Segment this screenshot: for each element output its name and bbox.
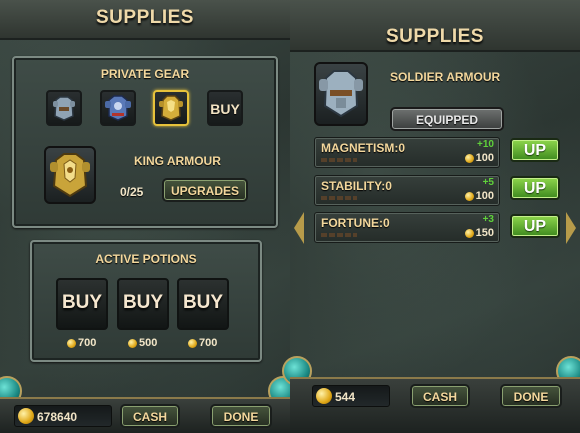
stat-level-dots	[321, 196, 357, 200]
cash-value: 678640	[37, 410, 78, 424]
upgrades-button[interactable]: UPGRADES	[162, 178, 248, 202]
cash-display: 544	[312, 385, 390, 407]
stat-label: MAGNETISM:0	[321, 141, 405, 155]
stat-bonus: +3	[482, 214, 494, 225]
stat-cost: 150	[464, 227, 494, 239]
stat-label: STABILITY:0	[321, 179, 392, 193]
coin-icon	[67, 338, 76, 348]
cash-value: 544	[335, 390, 356, 404]
coin-icon	[188, 338, 197, 348]
bottom-bar: 678640 CASH DONE	[0, 397, 290, 433]
selected-armour-frame	[44, 146, 96, 204]
potion-slot-2[interactable]: BUY	[117, 278, 169, 330]
gear-slot-blue-armour[interactable]	[100, 90, 136, 126]
done-button[interactable]: DONE	[500, 384, 562, 408]
stability-up-button[interactable]: UP	[510, 176, 560, 200]
gear-buy-label: BUY	[210, 101, 240, 117]
stat-label: FORTUNE:0	[321, 216, 390, 230]
page-right-arrow-icon[interactable]	[566, 212, 576, 244]
private-gear-heading: PRIVATE GEAR	[100, 67, 190, 81]
stat-cost: 100	[464, 190, 494, 202]
potion-slot-1[interactable]: BUY	[56, 278, 108, 330]
coin-icon	[128, 338, 137, 348]
stat-row-magnetism: MAGNETISM:0 +10 100	[314, 137, 500, 168]
page-title: SUPPLIES	[96, 7, 194, 28]
active-potions-panel: ACTIVE POTIONS BUY BUY BUY 700 500 700	[30, 240, 262, 362]
potion-slot-3[interactable]: BUY	[177, 278, 229, 330]
done-button[interactable]: DONE	[210, 404, 272, 428]
page-left-arrow-icon[interactable]	[294, 212, 304, 244]
stat-row-fortune: FORTUNE:0 +3 150	[314, 212, 500, 243]
stat-cost: 100	[464, 152, 494, 164]
coin-icon	[18, 408, 34, 424]
coin-icon	[464, 228, 474, 238]
cash-button[interactable]: CASH	[410, 384, 470, 408]
potion-cost-value: 500	[139, 337, 158, 349]
stat-bonus: +5	[482, 177, 494, 188]
gear-buy-slot[interactable]: BUY	[207, 90, 243, 126]
cash-display: 678640	[14, 405, 112, 427]
potion-cost-value: 700	[199, 337, 218, 349]
stat-cost-value: 150	[475, 227, 494, 239]
stat-row-stability: STABILITY:0 +5 100	[314, 175, 500, 206]
coin-icon	[464, 191, 474, 201]
armour-name: SOLDIER ARMOUR	[390, 70, 501, 84]
coin-icon	[316, 388, 332, 404]
active-potions-heading: ACTIVE POTIONS	[95, 252, 197, 266]
gold-armour-icon	[159, 95, 183, 121]
page-title: SUPPLIES	[386, 26, 484, 47]
upgrade-progress: 0/25	[120, 185, 144, 199]
armour-image-frame	[314, 62, 368, 126]
header-bar: SUPPLIES	[0, 0, 290, 40]
equipped-button[interactable]: EQUIPPED	[390, 107, 504, 131]
potion-buy-label: BUY	[182, 292, 224, 313]
cash-button[interactable]: CASH	[120, 404, 180, 428]
potion-cost-value: 700	[78, 337, 97, 349]
blue-armour-icon	[105, 95, 131, 121]
coin-icon	[464, 153, 474, 163]
magnetism-up-button[interactable]: UP	[510, 138, 560, 162]
supplies-screen-upgrades: SUPPLIES SOLDIER ARMOUR EQUIPPED MAGNETI…	[282, 0, 580, 433]
gear-slot-steel-armour[interactable]	[46, 90, 82, 126]
potion-cost-2: 500	[128, 337, 157, 349]
king-armour-icon	[50, 153, 90, 198]
steel-armour-icon	[53, 96, 75, 121]
soldier-armour-icon	[319, 70, 363, 118]
stat-bonus: +10	[477, 139, 494, 150]
selected-armour-name: KING ARMOUR	[134, 154, 221, 168]
stat-level-dots	[321, 158, 357, 162]
stat-cost-value: 100	[475, 152, 494, 164]
fortune-up-button[interactable]: UP	[510, 214, 560, 238]
potion-buy-label: BUY	[61, 292, 103, 313]
gear-slot-gold-armour[interactable]	[153, 90, 189, 126]
stat-cost-value: 100	[475, 190, 494, 202]
stat-level-dots	[321, 233, 357, 237]
potion-cost-3: 700	[188, 337, 217, 349]
header-bar: SUPPLIES	[290, 0, 580, 52]
potion-cost-1: 700	[67, 337, 96, 349]
private-gear-panel: PRIVATE GEAR BUY KING ARMOUR 0/25 UPGRAD…	[12, 56, 278, 228]
potion-buy-label: BUY	[122, 292, 164, 313]
supplies-screen-gear: SUPPLIES PRIVATE GEAR BUY KING ARMOUR 0/…	[0, 0, 298, 433]
bottom-bar: 544 CASH DONE	[290, 377, 580, 433]
